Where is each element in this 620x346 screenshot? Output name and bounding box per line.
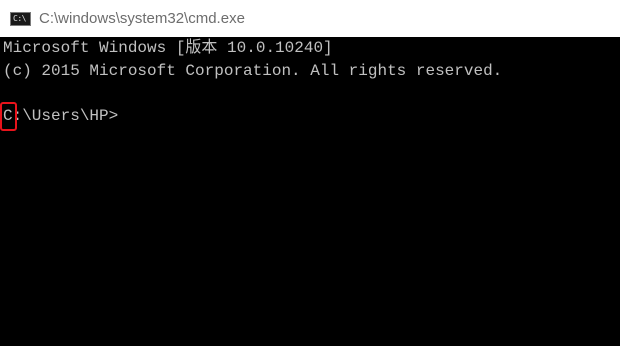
title-bar[interactable]: C:\ C:\windows\system32\cmd.exe xyxy=(0,0,620,37)
command-prompt-line[interactable]: C:\Users\HP> xyxy=(3,105,118,127)
console-line-version: Microsoft Windows [版本 10.0.10240] xyxy=(3,39,333,57)
command-prompt-icon-glyph: C:\ xyxy=(13,13,26,23)
drive-letter-highlight xyxy=(0,102,17,131)
command-prompt-icon: C:\ xyxy=(10,11,31,26)
window-title: C:\windows\system32\cmd.exe xyxy=(39,10,245,27)
console-output-area[interactable]: Microsoft Windows [版本 10.0.10240] (c) 20… xyxy=(0,37,620,346)
console-line-copyright: (c) 2015 Microsoft Corporation. All righ… xyxy=(3,62,503,80)
cmd-window: C:\ C:\windows\system32\cmd.exe Microsof… xyxy=(0,0,620,346)
